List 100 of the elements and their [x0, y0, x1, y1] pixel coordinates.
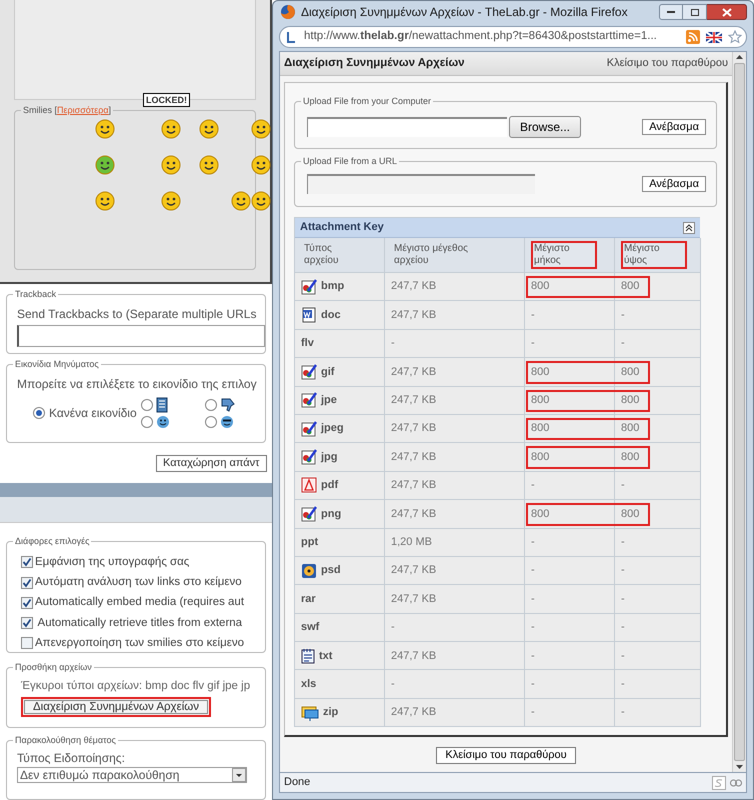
smiley-icon[interactable]	[251, 155, 271, 175]
smiley-icon[interactable]	[95, 191, 115, 211]
browser-logo-icon	[280, 4, 296, 20]
max-size-cell: -	[385, 670, 525, 699]
close-window-button[interactable]: Κλείσιμο του παραθύρου	[436, 747, 576, 764]
window-title: Διαχείριση Συνημμένων Αρχείων - TheLab.gr - Mozilla Firefox	[301, 4, 628, 21]
max-size-cell: 247,7 KB	[385, 301, 525, 330]
max-height-cell: 800	[615, 358, 701, 387]
valid-file-types: Έγκυροι τύποι αρχείων: bmp doc flv gif jpe jp	[21, 678, 250, 694]
scroll-thumb[interactable]	[734, 63, 745, 761]
smiley-icon[interactable]	[251, 119, 271, 139]
upload-button[interactable]: Ανέβασμα	[642, 119, 706, 135]
max-width-cell: -	[525, 585, 615, 614]
max-height-cell: -	[615, 330, 701, 358]
manage-attachments-button[interactable]: Διαχείριση Συνημμένων Αρχείων	[21, 697, 212, 718]
max-height-cell: -	[615, 614, 701, 642]
file-path-input[interactable]	[307, 117, 507, 137]
collapse-button[interactable]	[683, 222, 695, 234]
max-height-cell: 800	[615, 443, 701, 472]
flag-icon[interactable]	[706, 32, 722, 42]
smiley-icon[interactable]	[199, 155, 219, 175]
url-input[interactable]	[307, 174, 535, 194]
column-header: Μέγιστο μήκος	[531, 241, 597, 269]
file-type-cell: rar	[295, 585, 385, 614]
max-height-cell: 800	[615, 273, 701, 302]
file-type-cell: pdf	[295, 472, 385, 500]
minimize-icon	[667, 11, 675, 13]
smiley-icon[interactable]	[95, 119, 115, 139]
minimize-button[interactable]	[659, 4, 683, 20]
max-size-cell: 247,7 KB	[385, 273, 525, 302]
checkbox[interactable]	[21, 596, 33, 609]
max-height-cell: -	[615, 585, 701, 614]
checkbox[interactable]	[21, 617, 33, 630]
checkbox[interactable]	[21, 556, 33, 568]
max-size-cell: 247,7 KB	[385, 358, 525, 387]
smiley-icon[interactable]	[251, 191, 271, 211]
max-width-cell: -	[525, 556, 615, 586]
max-size-cell: 247,7 KB	[385, 443, 525, 472]
radio-button[interactable]	[205, 398, 217, 411]
file-type-cell: ppt	[295, 528, 385, 557]
smiley-icon[interactable]	[161, 191, 181, 211]
smiley-icon[interactable]	[161, 155, 181, 175]
maximize-button[interactable]	[683, 4, 707, 20]
picture-edit-icon	[301, 420, 317, 437]
link-icon	[730, 778, 742, 786]
max-height-cell: 800	[615, 386, 701, 415]
max-width-cell: -	[525, 472, 615, 500]
url-text: http://www.thelab.gr/newattachment.php?t=86430&poststarttime=1...	[304, 29, 657, 44]
trackback-label: Send Trackbacks to (Separate multiple URLs	[17, 306, 258, 324]
folder-icon	[301, 704, 319, 721]
max-width-cell: 800	[525, 443, 615, 472]
file-type-cell: gif	[295, 358, 385, 387]
radio-button[interactable]	[141, 398, 153, 411]
radio-button[interactable]	[141, 416, 153, 428]
site-identity-icon[interactable]	[286, 31, 298, 43]
max-height-cell: -	[615, 556, 701, 586]
attachment-key-title: Attachment Key	[300, 220, 384, 236]
notification-select[interactable]: Δεν επιθυμώ παρακολούθηση	[17, 767, 247, 784]
checkbox[interactable]	[21, 576, 33, 589]
submit-reply-button[interactable]: Καταχώρηση απάντ	[156, 454, 267, 472]
browse-button[interactable]: Browse...	[509, 116, 582, 138]
upload-button[interactable]: Ανέβασμα	[642, 176, 706, 192]
max-width-cell: 800	[525, 414, 615, 444]
max-height-cell: -	[615, 472, 701, 500]
max-width-cell: -	[525, 698, 615, 728]
smiley-icon[interactable]	[161, 119, 181, 139]
checkbox-label: Εμφάνιση της υπογραφής σας	[35, 554, 190, 570]
notification-type-label: Τύπος Ειδοποίησης:	[17, 750, 126, 768]
address-bar[interactable]: http://www.thelab.gr/newattachment.php?t=86430&poststarttime=1...	[279, 26, 747, 48]
radio-button[interactable]	[205, 416, 217, 428]
picture-edit-icon	[301, 506, 317, 522]
max-height-cell: -	[615, 698, 701, 728]
scrollbar[interactable]	[732, 52, 746, 772]
column-header: Τύπος αρχείου	[303, 242, 340, 268]
file-type-cell: doc	[295, 301, 385, 330]
message-icon-hint: Μπορείτε να επιλέξετε το εικονίδιο της επιλογ	[17, 376, 258, 393]
file-type-cell: txt	[295, 642, 385, 670]
scroll-up-icon[interactable]	[736, 55, 743, 59]
fieldset-legend: Παρακολούθηση θέματος	[13, 734, 118, 746]
column-header: Μέγιστο ύψος	[621, 241, 687, 269]
fieldset-legend: Trackback	[13, 288, 58, 300]
picture-edit-icon	[301, 449, 317, 466]
close-button[interactable]	[707, 4, 747, 20]
legend-bracket: ]	[108, 104, 112, 116]
max-height-cell: 800	[615, 414, 701, 444]
smiley-icon[interactable]	[199, 119, 219, 139]
scroll-down-icon[interactable]	[736, 765, 743, 769]
trackback-input[interactable]	[17, 325, 265, 348]
max-size-cell: 247,7 KB	[385, 472, 525, 500]
max-size-cell: 1,20 MB	[385, 528, 525, 557]
star-icon[interactable]	[728, 30, 742, 44]
checkbox[interactable]	[21, 637, 33, 650]
file-type-cell: jpg	[295, 443, 385, 472]
radio-button[interactable]	[33, 406, 45, 419]
close-window-link[interactable]: Κλείσιμο του παραθύρου	[606, 55, 728, 72]
max-size-cell: -	[385, 614, 525, 642]
max-width-cell: 800	[525, 386, 615, 415]
smiley-icon[interactable]	[95, 155, 115, 175]
smiley-icon[interactable]	[231, 191, 251, 211]
max-width-cell: 800	[525, 500, 615, 529]
